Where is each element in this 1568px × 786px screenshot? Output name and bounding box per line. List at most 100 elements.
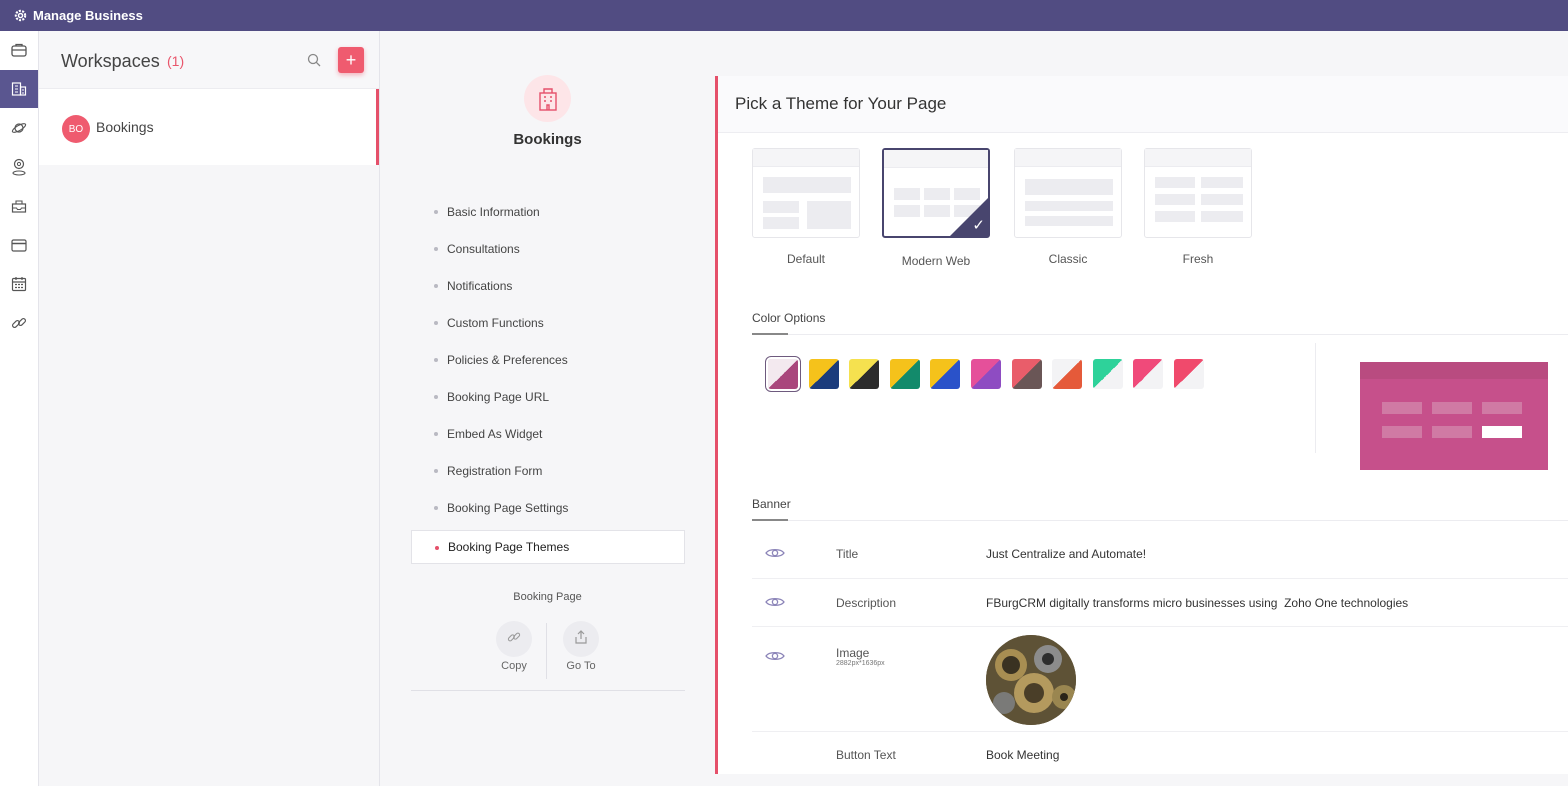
nav-basic-information[interactable]: Basic Information xyxy=(411,195,685,229)
color-swatch[interactable] xyxy=(890,359,920,389)
color-swatch[interactable] xyxy=(971,359,1001,389)
nav-booking-page-themes[interactable]: Booking Page Themes xyxy=(411,530,685,564)
nav-embed-as-widget[interactable]: Embed As Widget xyxy=(411,417,685,451)
nav-label: Booking Page Themes xyxy=(448,540,570,554)
page-title: Pick a Theme for Your Page xyxy=(718,76,1568,133)
workspaces-panel: Workspaces (1) + BO Bookings xyxy=(39,31,380,786)
eye-icon[interactable] xyxy=(765,649,785,667)
inbox-icon[interactable] xyxy=(0,187,38,225)
add-workspace-button[interactable]: + xyxy=(338,47,364,73)
building-icon xyxy=(524,75,571,122)
briefcase-icon[interactable] xyxy=(0,31,38,69)
planet-icon[interactable] xyxy=(0,109,38,147)
preview-button xyxy=(1482,426,1522,438)
banner-row-button-text: Button Text Book Meeting xyxy=(752,732,1568,774)
link-icon[interactable] xyxy=(0,304,38,342)
color-swatch[interactable] xyxy=(1052,359,1082,389)
eye-icon[interactable] xyxy=(765,546,785,564)
banner-description-value[interactable]: FBurgCRM digitally transforms micro busi… xyxy=(986,596,1408,610)
banner-row-description: Description FBurgCRM digitally transform… xyxy=(752,579,1568,627)
preview-block xyxy=(1382,426,1422,438)
row-label: Button Text xyxy=(836,748,896,762)
theme-card-fresh[interactable] xyxy=(1144,148,1252,238)
workspace-item-bookings[interactable]: BO Bookings xyxy=(39,89,379,165)
workspaces-empty-area xyxy=(39,165,379,786)
theme-panel-body: Default ✓ Modern Web Classic Fresh Color… xyxy=(718,133,1568,774)
color-swatch[interactable] xyxy=(1012,359,1042,389)
nav-booking-page-settings[interactable]: Booking Page Settings xyxy=(411,491,685,525)
nav-label: Notifications xyxy=(447,279,513,293)
eye-icon[interactable] xyxy=(765,595,785,613)
theme-block xyxy=(1201,194,1243,205)
section-divider xyxy=(752,519,1568,521)
theme-label-modern-web: Modern Web xyxy=(901,254,971,268)
theme-block xyxy=(894,205,920,217)
banner-row-title: Title Just Centralize and Automate! xyxy=(752,530,1568,579)
nav-registration-form[interactable]: Registration Form xyxy=(411,454,685,488)
theme-card-classic[interactable] xyxy=(1014,148,1122,238)
color-swatch[interactable] xyxy=(1133,359,1163,389)
copy-button[interactable] xyxy=(496,621,532,657)
theme-card-modern-web[interactable]: ✓ xyxy=(882,148,990,238)
gear-icon[interactable] xyxy=(12,8,28,24)
preview-block xyxy=(1382,402,1422,414)
color-swatch[interactable] xyxy=(768,359,798,389)
settings-nav: Bookings Basic Information Consultations… xyxy=(380,31,715,786)
card-icon[interactable] xyxy=(0,226,38,264)
nav-label: Consultations xyxy=(447,242,520,256)
location-pin-icon[interactable] xyxy=(0,148,38,186)
section-title: Bookings xyxy=(513,131,582,148)
nav-label: Booking Page Settings xyxy=(447,501,569,515)
icon-rail xyxy=(0,31,39,786)
row-label: Title xyxy=(836,547,859,561)
nav-booking-page-url[interactable]: Booking Page URL xyxy=(411,380,685,414)
bullet xyxy=(434,358,438,362)
image-size-hint: 2882px*1636px xyxy=(836,660,885,667)
search-icon[interactable] xyxy=(307,53,321,72)
theme-block xyxy=(1025,201,1113,211)
button-text-value[interactable]: Book Meeting xyxy=(986,748,1059,762)
bullet xyxy=(434,469,438,473)
theme-block xyxy=(807,201,851,229)
color-swatch[interactable] xyxy=(1093,359,1123,389)
copy-label: Copy xyxy=(501,660,527,672)
color-swatch[interactable] xyxy=(849,359,879,389)
divider xyxy=(1315,343,1316,453)
go-to-button[interactable] xyxy=(563,621,599,657)
row-label: Description xyxy=(836,596,897,610)
nav-label: Registration Form xyxy=(447,464,543,478)
nav-policies-preferences[interactable]: Policies & Preferences xyxy=(411,343,685,377)
theme-block xyxy=(1155,211,1195,222)
nav-label: Basic Information xyxy=(447,205,540,219)
nav-custom-functions[interactable]: Custom Functions xyxy=(411,306,685,340)
preview-block xyxy=(1432,426,1472,438)
nav-label: Embed As Widget xyxy=(447,427,543,441)
color-swatch[interactable] xyxy=(930,359,960,389)
booking-page-label: Booking Page xyxy=(513,591,582,603)
calendar-icon[interactable] xyxy=(0,265,38,303)
preview-block xyxy=(1482,402,1522,414)
theme-block xyxy=(894,188,920,200)
bullet xyxy=(434,284,438,288)
theme-card-default[interactable] xyxy=(752,148,860,238)
color-swatch[interactable] xyxy=(1174,359,1204,389)
color-swatch[interactable] xyxy=(809,359,839,389)
banner-image[interactable] xyxy=(986,635,1076,725)
theme-block xyxy=(1025,216,1113,226)
bullet xyxy=(434,210,438,214)
section-underline xyxy=(752,333,788,335)
building-icon[interactable] xyxy=(0,70,38,108)
theme-panel: Pick a Theme for Your Page Default ✓ Mod… xyxy=(715,76,1568,774)
divider xyxy=(411,690,685,691)
plus-icon: + xyxy=(345,49,357,70)
nav-consultations[interactable]: Consultations xyxy=(411,232,685,266)
nav-notifications[interactable]: Notifications xyxy=(411,269,685,303)
preview-block xyxy=(1432,402,1472,414)
bullet xyxy=(435,546,439,550)
banner-title: Banner xyxy=(752,497,791,511)
banner-title-value[interactable]: Just Centralize and Automate! xyxy=(986,547,1146,561)
app-title: Manage Business xyxy=(33,8,143,23)
link-icon xyxy=(507,630,521,649)
nav-label: Policies & Preferences xyxy=(447,353,568,367)
theme-topbar xyxy=(753,149,859,167)
